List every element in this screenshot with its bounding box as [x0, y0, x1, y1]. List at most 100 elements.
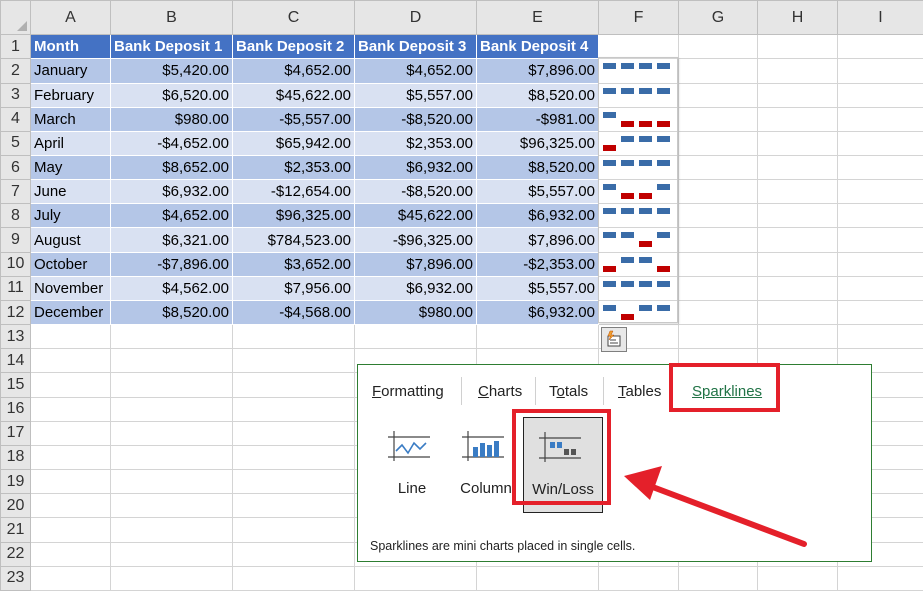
cell-g2[interactable] — [678, 58, 758, 84]
cell-h10[interactable] — [757, 251, 838, 277]
cell-c21[interactable] — [232, 517, 355, 543]
deposit-cell[interactable]: $8,520.00 — [476, 154, 599, 181]
deposit-cell[interactable]: $784,523.00 — [232, 227, 355, 253]
row-header-11[interactable]: 11 — [0, 275, 31, 301]
sparkline-cell[interactable] — [598, 106, 679, 132]
deposit-cell[interactable]: $4,652.00 — [354, 58, 477, 84]
row-header-20[interactable]: 20 — [0, 493, 31, 519]
row-header-13[interactable]: 13 — [0, 324, 31, 350]
row-header-8[interactable]: 8 — [0, 203, 31, 229]
deposit-cell[interactable]: $6,520.00 — [110, 82, 233, 108]
cell-g11[interactable] — [678, 275, 758, 301]
cell-d23[interactable] — [354, 565, 477, 591]
cell-h12[interactable] — [757, 299, 838, 326]
cell-a23[interactable] — [30, 565, 111, 591]
deposit-cell[interactable]: $7,896.00 — [476, 58, 599, 84]
cell-i12[interactable] — [837, 299, 923, 326]
month-cell[interactable]: May — [30, 154, 111, 181]
deposit-cell[interactable]: $4,652.00 — [110, 203, 233, 229]
deposit-cell[interactable]: $7,956.00 — [232, 275, 355, 301]
cell-a21[interactable] — [30, 517, 111, 543]
deposit-cell[interactable]: $980.00 — [354, 299, 477, 326]
row-header-21[interactable]: 21 — [0, 517, 31, 543]
sparkline-cell[interactable] — [598, 275, 679, 301]
row-header-3[interactable]: 3 — [0, 82, 31, 108]
month-cell[interactable]: August — [30, 227, 111, 253]
cell-c14[interactable] — [232, 348, 355, 374]
cell-a19[interactable] — [30, 469, 111, 495]
month-cell[interactable]: December — [30, 299, 111, 326]
column-header-a[interactable]: A — [30, 0, 111, 36]
deposit-cell[interactable]: -$4,568.00 — [232, 299, 355, 326]
quick-analysis-button[interactable] — [601, 327, 627, 352]
column-header-c[interactable]: C — [232, 0, 355, 36]
cell-i10[interactable] — [837, 251, 923, 277]
cell-g5[interactable] — [678, 130, 758, 157]
cell-i13[interactable] — [837, 324, 923, 350]
cell-e23[interactable] — [476, 565, 599, 591]
sparkline-cell[interactable] — [598, 203, 679, 229]
cell-g3[interactable] — [678, 82, 758, 108]
cell-h9[interactable] — [757, 227, 838, 253]
row-header-12[interactable]: 12 — [0, 299, 31, 326]
row-header-23[interactable]: 23 — [0, 565, 31, 591]
table-header-cell[interactable]: Bank Deposit 1 — [110, 34, 233, 60]
cell-a18[interactable] — [30, 444, 111, 471]
deposit-cell[interactable]: $5,557.00 — [354, 82, 477, 108]
deposit-cell[interactable]: $96,325.00 — [232, 203, 355, 229]
month-cell[interactable]: June — [30, 179, 111, 205]
tab-formatting[interactable]: Formatting — [372, 383, 444, 400]
sparkline-cell[interactable] — [598, 299, 679, 326]
tab-tables[interactable]: Tables — [618, 383, 661, 400]
cell-c16[interactable] — [232, 396, 355, 422]
cell-h23[interactable] — [757, 565, 838, 591]
deposit-cell[interactable]: $7,896.00 — [354, 251, 477, 277]
cell-c17[interactable] — [232, 420, 355, 446]
table-header-cell[interactable]: Bank Deposit 4 — [476, 34, 599, 60]
deposit-cell[interactable]: $4,562.00 — [110, 275, 233, 301]
deposit-cell[interactable]: $7,896.00 — [476, 227, 599, 253]
deposit-cell[interactable]: -$8,520.00 — [354, 179, 477, 205]
row-header-14[interactable]: 14 — [0, 348, 31, 374]
cell-g1[interactable] — [678, 34, 758, 60]
sparkline-cell[interactable] — [598, 130, 679, 157]
cell-a14[interactable] — [30, 348, 111, 374]
deposit-cell[interactable]: $6,932.00 — [476, 203, 599, 229]
select-all-corner[interactable] — [0, 0, 31, 36]
cell-i8[interactable] — [837, 203, 923, 229]
column-header-b[interactable]: B — [110, 0, 233, 36]
deposit-cell[interactable]: $4,652.00 — [232, 58, 355, 84]
cell-c13[interactable] — [232, 324, 355, 350]
cell-h3[interactable] — [757, 82, 838, 108]
cell-b21[interactable] — [110, 517, 233, 543]
cell-g8[interactable] — [678, 203, 758, 229]
deposit-cell[interactable]: $6,932.00 — [110, 179, 233, 205]
cell-b14[interactable] — [110, 348, 233, 374]
table-header-cell[interactable]: Bank Deposit 2 — [232, 34, 355, 60]
month-cell[interactable]: March — [30, 106, 111, 132]
deposit-cell[interactable]: -$96,325.00 — [354, 227, 477, 253]
sparkline-cell[interactable] — [598, 82, 679, 108]
deposit-cell[interactable]: $6,932.00 — [476, 299, 599, 326]
month-cell[interactable]: July — [30, 203, 111, 229]
column-header-e[interactable]: E — [476, 0, 599, 36]
cell-e13[interactable] — [476, 324, 599, 350]
cell-g13[interactable] — [678, 324, 758, 350]
deposit-cell[interactable]: $45,622.00 — [232, 82, 355, 108]
column-header-h[interactable]: H — [757, 0, 838, 36]
deposit-cell[interactable]: $8,520.00 — [476, 82, 599, 108]
cell-i5[interactable] — [837, 130, 923, 157]
row-header-2[interactable]: 2 — [0, 58, 31, 84]
cell-c20[interactable] — [232, 493, 355, 519]
column-header-g[interactable]: G — [678, 0, 758, 36]
cell-a16[interactable] — [30, 396, 111, 422]
cell-b13[interactable] — [110, 324, 233, 350]
deposit-cell[interactable]: $45,622.00 — [354, 203, 477, 229]
cell-i23[interactable] — [837, 565, 923, 591]
cell-c18[interactable] — [232, 444, 355, 471]
cell-g6[interactable] — [678, 154, 758, 181]
cell-g7[interactable] — [678, 179, 758, 205]
tab-charts[interactable]: Charts — [478, 383, 522, 400]
cell-h2[interactable] — [757, 58, 838, 84]
cell-c19[interactable] — [232, 469, 355, 495]
